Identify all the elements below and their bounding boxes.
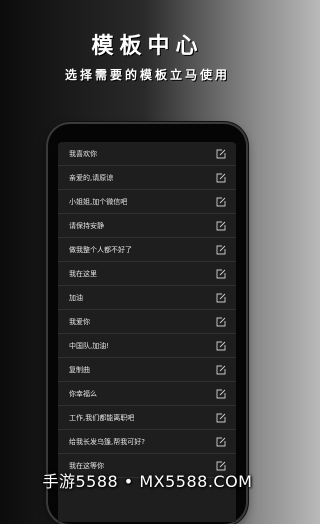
template-item-label: 请保持安静: [69, 221, 104, 230]
template-item[interactable]: 做我整个人都不好了: [58, 238, 236, 262]
phone-frame: 我喜欢你亲爱的,请原谅小姐姐,加个微信吧 请保持安静做我整个人都不好了 我在这里加油…: [48, 124, 246, 524]
edit-icon[interactable]: [216, 317, 226, 327]
page-subtitle: 选择需要的模板立马使用: [64, 68, 230, 82]
template-item-label: 小姐姐,加个微信吧: [69, 197, 128, 206]
template-item[interactable]: 亲爱的,请原谅: [58, 166, 236, 190]
template-item-label: 亲爱的,请原谅: [69, 173, 114, 182]
template-item[interactable]: 中国队,加油!: [58, 334, 236, 358]
template-item[interactable]: 我喜欢你: [58, 142, 236, 166]
template-item[interactable]: 我爱你: [58, 310, 236, 334]
template-list: 我喜欢你亲爱的,请原谅小姐姐,加个微信吧 请保持安静做我整个人都不好了 我在这里加油…: [58, 142, 236, 522]
template-item[interactable]: 小姐姐,加个微信吧: [58, 190, 236, 214]
edit-icon[interactable]: [216, 437, 226, 447]
template-item[interactable]: 复制曲: [58, 358, 236, 382]
template-item-label: 我爱你: [69, 317, 90, 326]
watermark: 手游5588 • MX5588.COM: [42, 472, 253, 491]
edit-icon[interactable]: [216, 365, 226, 375]
edit-icon[interactable]: [216, 149, 226, 159]
template-item[interactable]: 工作,我们都能离职吧: [58, 406, 236, 430]
edit-icon[interactable]: [216, 173, 226, 183]
template-item[interactable]: 我在这里: [58, 262, 236, 286]
template-item-label: 你幸福么: [69, 389, 97, 398]
template-item-label: 做我整个人都不好了: [69, 245, 132, 254]
template-item[interactable]: 你幸福么: [58, 382, 236, 406]
edit-icon[interactable]: [216, 197, 226, 207]
edit-icon[interactable]: [216, 293, 226, 303]
edit-icon[interactable]: [216, 269, 226, 279]
edit-icon[interactable]: [216, 341, 226, 351]
template-item-label: 中国队,加油!: [69, 341, 110, 350]
edit-icon[interactable]: [216, 389, 226, 399]
template-item-label: 加油: [69, 293, 83, 302]
page-title: 模板中心: [91, 34, 204, 59]
edit-icon[interactable]: [216, 221, 226, 231]
template-item-label: 复制曲: [69, 365, 90, 374]
template-item-label: 工作,我们都能离职吧: [69, 413, 135, 422]
template-item-label: 我在这里: [69, 269, 97, 278]
template-item[interactable]: 给我长发乌篷,帮我可好?: [58, 430, 236, 454]
edit-icon[interactable]: [216, 413, 226, 423]
template-item-label: 我喜欢你: [69, 149, 97, 158]
edit-icon[interactable]: [216, 245, 226, 255]
template-item-label: 给我长发乌篷,帮我可好?: [69, 437, 145, 446]
template-item[interactable]: 加油: [58, 286, 236, 310]
template-item[interactable]: 请保持安静: [58, 214, 236, 238]
